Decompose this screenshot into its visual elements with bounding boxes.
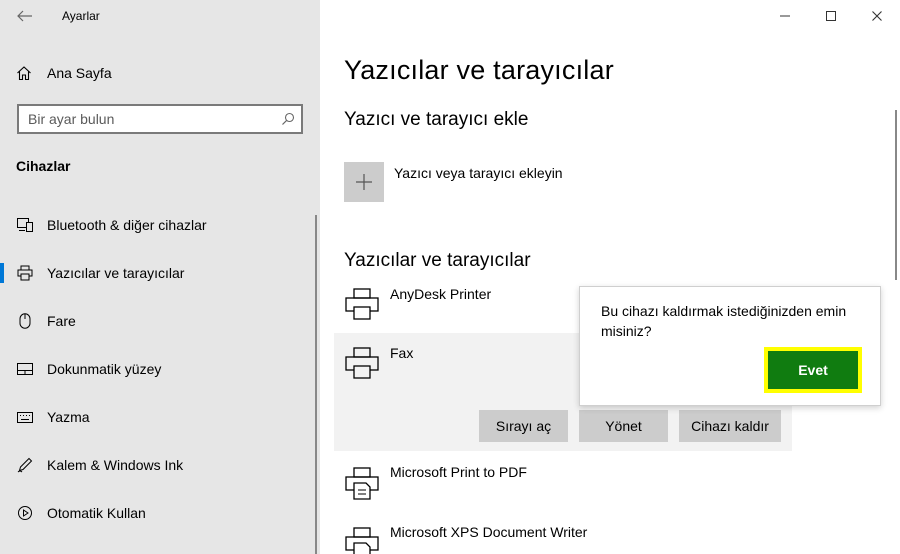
- sidebar-item-label: Yazma: [47, 409, 90, 425]
- back-button[interactable]: [10, 4, 40, 28]
- printer-icon: [345, 288, 379, 320]
- sidebar-item-label: Fare: [47, 313, 76, 329]
- sidebar: Ayarlar Ana Sayfa Cihazlar Bluetooth & d…: [0, 0, 320, 554]
- sidebar-item-pen[interactable]: Kalem & Windows Ink: [0, 445, 316, 485]
- home-label: Ana Sayfa: [47, 65, 112, 81]
- home-link[interactable]: Ana Sayfa: [16, 62, 112, 84]
- sidebar-item-label: Otomatik Kullan: [47, 505, 146, 521]
- search-box: [17, 104, 303, 134]
- printer-name: Microsoft Print to PDF: [390, 464, 527, 480]
- close-button[interactable]: [854, 4, 900, 28]
- sidebar-item-printers[interactable]: Yazıcılar ve tarayıcılar: [0, 253, 316, 293]
- confirm-yes-button[interactable]: Evet: [764, 347, 862, 393]
- confirm-yes-label: Evet: [768, 351, 858, 389]
- app-title: Ayarlar: [62, 9, 100, 23]
- touchpad-icon: [16, 360, 34, 378]
- printer-item[interactable]: Microsoft XPS Document Writer: [334, 523, 792, 554]
- add-section-title: Yazıcı ve tarayıcı ekle: [344, 109, 529, 130]
- sidebar-item-label: Kalem & Windows Ink: [47, 457, 184, 473]
- keyboard-icon: [16, 408, 34, 426]
- sidebar-scrollbar[interactable]: [315, 215, 317, 554]
- back-arrow-icon: [17, 10, 32, 22]
- printer-item[interactable]: Microsoft Print to PDF: [334, 463, 792, 507]
- sidebar-item-typing[interactable]: Yazma: [0, 397, 316, 437]
- page-title: Yazıcılar ve tarayıcılar: [344, 55, 614, 85]
- close-icon: [872, 11, 882, 21]
- minimize-icon: [780, 15, 790, 17]
- maximize-button[interactable]: [808, 4, 854, 28]
- main-scrollbar[interactable]: [895, 110, 897, 280]
- plus-icon: [356, 174, 372, 190]
- remove-confirmation-flyout: Bu cihazı kaldırmak istediğinizden emin …: [579, 286, 881, 406]
- autoplay-icon: [16, 504, 34, 522]
- add-tile: [344, 162, 384, 202]
- maximize-icon: [826, 11, 836, 21]
- sidebar-item-mouse[interactable]: Fare: [0, 301, 316, 341]
- section-title: Cihazlar: [16, 158, 71, 174]
- list-section-title: Yazıcılar ve tarayıcılar: [344, 250, 531, 271]
- pen-icon: [16, 456, 34, 474]
- printer-name: AnyDesk Printer: [390, 286, 492, 302]
- bluetooth-devices-icon: [16, 216, 34, 234]
- pdf-printer-icon: [345, 467, 379, 500]
- sidebar-item-bluetooth[interactable]: Bluetooth & diğer cihazlar: [0, 205, 316, 245]
- sidebar-item-label: Yazıcılar ve tarayıcılar: [47, 265, 185, 281]
- sidebar-item-touchpad[interactable]: Dokunmatik yüzey: [0, 349, 316, 389]
- printer-name: Microsoft XPS Document Writer: [390, 524, 588, 540]
- remove-device-button[interactable]: Cihazı kaldır: [679, 410, 781, 442]
- add-device-button[interactable]: Yazıcı veya tarayıcı ekleyin: [344, 162, 563, 202]
- printer-icon: [345, 347, 379, 379]
- search-input[interactable]: [19, 106, 275, 132]
- minimize-button[interactable]: [762, 4, 808, 28]
- xps-printer-icon: [345, 527, 379, 554]
- open-queue-button[interactable]: Sırayı aç: [479, 410, 568, 442]
- home-icon: [17, 66, 31, 81]
- search-icon[interactable]: [275, 112, 301, 126]
- add-device-label: Yazıcı veya tarayıcı ekleyin: [394, 165, 563, 181]
- printer-name: Fax: [390, 345, 414, 361]
- mouse-icon: [16, 312, 34, 330]
- printer-icon: [16, 264, 34, 282]
- manage-button[interactable]: Yönet: [579, 410, 668, 442]
- sidebar-item-label: Bluetooth & diğer cihazlar: [47, 217, 207, 233]
- confirmation-message: Bu cihazı kaldırmak istediğinizden emin …: [601, 303, 847, 339]
- sidebar-item-autoplay[interactable]: Otomatik Kullan: [0, 493, 316, 533]
- sidebar-item-label: Dokunmatik yüzey: [47, 361, 162, 377]
